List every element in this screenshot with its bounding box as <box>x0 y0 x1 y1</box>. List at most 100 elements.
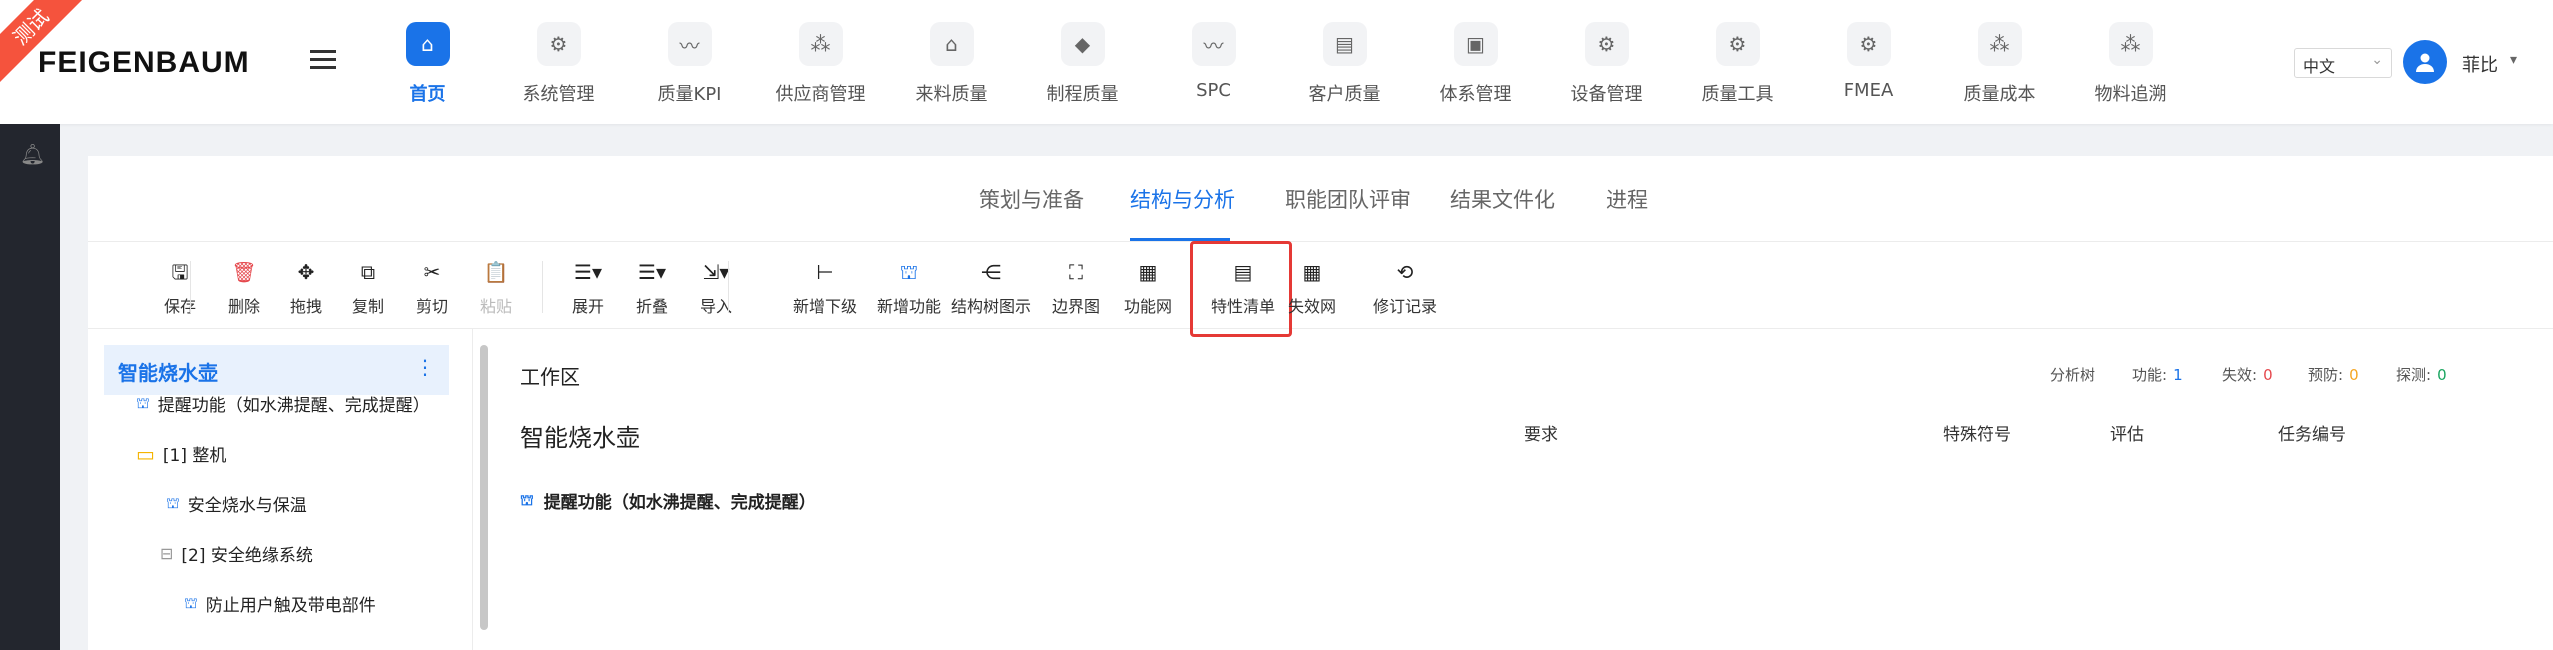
tree-node[interactable]: ▭ [1] 整机 <box>136 441 227 467</box>
nav-item-5[interactable]: ◆ 制程质量 <box>1017 0 1148 124</box>
toolbar-label: 新增下级 <box>792 297 857 316</box>
language-select[interactable]: 中文 ⌄ <box>2294 48 2392 78</box>
toolbar-label: 折叠 <box>635 297 668 316</box>
function-icon: ⛫ <box>899 260 919 284</box>
import-icon: ⇲▾ <box>702 260 730 284</box>
user-name[interactable]: 菲比 <box>2462 51 2498 77</box>
toolbar-label: 删除 <box>227 297 260 316</box>
nav-label: SPC <box>1196 80 1231 101</box>
nav-label: 来料质量 <box>915 84 988 105</box>
tree-node-label: 防止用户触及带电部件 <box>205 596 376 616</box>
nav-item-10[interactable]: ⚙ 质量工具 <box>1672 0 1803 124</box>
bell-icon[interactable]: 🔔︎ <box>20 142 45 166</box>
nodes-icon: ⁂ <box>1977 22 2022 66</box>
tab-3[interactable]: 结果文件化 <box>1450 184 1555 214</box>
workarea-function-row[interactable]: ⛫ 提醒功能（如水沸提醒、完成提醒） <box>520 488 816 514</box>
toolbar-button-12[interactable]: ⛶ 边界图 <box>1048 243 1104 329</box>
stat-value: 0 <box>2263 366 2273 384</box>
nav-label: 物料追溯 <box>2094 84 2167 105</box>
nav-item-3[interactable]: ⁂ 供应商管理 <box>755 0 886 124</box>
toolbar-button-9[interactable]: ⊢ 新增下级 <box>780 243 870 329</box>
stat-item: 失效: 0 <box>2222 364 2273 385</box>
panel-divider <box>472 329 473 650</box>
menu-toggle-icon[interactable] <box>310 50 336 72</box>
function-row-label: 提醒功能（如水沸提醒、完成提醒） <box>543 493 816 513</box>
tree-node[interactable]: ⛫ 防止用户触及带电部件 <box>184 591 376 617</box>
toolbar-button-13[interactable]: ▦ 功能网 <box>1120 243 1176 329</box>
analysis-tree-link[interactable]: 分析树 <box>2050 364 2095 385</box>
gear-icon: ⚙ <box>1846 22 1891 66</box>
nav-item-12[interactable]: ⁂ 质量成本 <box>1934 0 2065 124</box>
nav-item-13[interactable]: ⁂ 物料追溯 <box>2065 0 2196 124</box>
toolbar-button-10[interactable]: ⛫ 新增功能 <box>864 243 954 329</box>
nav-item-1[interactable]: ⚙ 系统管理 <box>493 0 624 124</box>
app-logo[interactable]: FEIGENBAUM <box>38 46 250 80</box>
toolbar-button-1[interactable]: 🗑 删除 <box>216 243 272 329</box>
nav-item-2[interactable]: 〰质量KPI <box>624 0 755 124</box>
function-icon: ⛫ <box>184 593 198 612</box>
stat-value: 0 <box>2349 366 2359 384</box>
tree-node[interactable]: ⛫ 提醒功能（如水沸提醒、完成提醒） <box>136 391 430 417</box>
nav-label: 客户质量 <box>1308 84 1381 105</box>
toolbar-label: 边界图 <box>1051 297 1100 316</box>
stat-value: 0 <box>2437 366 2447 384</box>
toolbar-button-6[interactable]: ☰▾ 展开 <box>560 243 616 329</box>
toolbar-button-16[interactable]: ⟲ 修订记录 <box>1360 243 1450 329</box>
stat-label: 失效: <box>2222 366 2258 384</box>
tree-root[interactable]: 智能烧水壶 ⋮ <box>104 345 449 395</box>
nav-label: FMEA <box>1843 80 1894 101</box>
toolbar-button-3[interactable]: ⧉ 复制 <box>340 243 396 329</box>
history-icon: ⟲ <box>1396 260 1414 284</box>
toolbar: 🖫 保存 🗑 删除 ✥ 拖拽 ⧉ 复制 ✂ 剪切 📋 粘贴 ☰▾ 展开 ☰▾ 折叠 ⇲▾ 导入 ⊢ 新增下级 ⛫ 新增功能… <box>88 241 2553 337</box>
column-header: 特殊符号 <box>1943 425 2011 445</box>
nav-item-7[interactable]: ▤ 客户质量 <box>1279 0 1410 124</box>
tab-4[interactable]: 进程 <box>1606 184 1648 214</box>
report-icon: ▤ <box>1322 22 1367 66</box>
column-header: 评估 <box>2110 425 2144 445</box>
tree-node[interactable]: ⊟ [2] 安全绝缘系统 <box>160 541 313 566</box>
grid-icon: ▦ <box>1138 260 1158 284</box>
more-icon[interactable]: ⋮ <box>415 355 435 379</box>
avatar[interactable] <box>2403 40 2447 84</box>
gear-icon: ⚙ <box>1715 22 1760 66</box>
nav-item-11[interactable]: ⚙ FMEA <box>1803 0 1934 124</box>
nav-label: 制程质量 <box>1046 84 1119 105</box>
tab-1[interactable]: 结构与分析 <box>1130 184 1235 214</box>
collapse-icon: ☰▾ <box>638 260 666 284</box>
toolbar-button-5[interactable]: 📋 粘贴 <box>468 243 524 329</box>
tree-node-label: [1] 整机 <box>162 446 227 466</box>
column-header: 任务编号 <box>2278 425 2346 445</box>
nav-item-8[interactable]: ▣ 体系管理 <box>1410 0 1541 124</box>
tree-scrollbar[interactable] <box>480 345 488 630</box>
nav-item-9[interactable]: ⚙ 设备管理 <box>1541 0 1672 124</box>
nav-item-6[interactable]: 〰 SPC <box>1148 0 1279 124</box>
structure-tree: 智能烧水壶 ⋮ ⛫ 提醒功能（如水沸提醒、完成提醒） ▭ [1] 整机 ⛫ 安全烧水与保温… <box>104 345 488 650</box>
toolbar-button-14[interactable]: ▤ 特性清单 <box>1198 243 1288 329</box>
pulse-icon: 〰 <box>1191 22 1236 66</box>
save-icon: 🖫 <box>171 260 189 284</box>
nav-item-0[interactable]: ⌂ 首页 <box>362 0 493 124</box>
nav-item-4[interactable]: ⌂ 来料质量 <box>886 0 1017 124</box>
toolbar-button-8[interactable]: ⇲▾ 导入 <box>688 243 744 329</box>
move-icon: ✥ <box>297 260 315 284</box>
nav-label: 设备管理 <box>1570 84 1643 105</box>
tree-root-label: 智能烧水壶 <box>118 361 218 385</box>
tab-2[interactable]: 职能团队评审 <box>1285 184 1411 214</box>
toolbar-button-11[interactable]: ⋲ 结构树图示 <box>946 243 1036 329</box>
toolbar-button-7[interactable]: ☰▾ 折叠 <box>624 243 680 329</box>
toolbar-button-2[interactable]: ✥ 拖拽 <box>278 243 334 329</box>
list-icon: ▤ <box>1233 260 1253 284</box>
toolbar-button-15[interactable]: ▦ 失效网 <box>1284 243 1340 329</box>
function-icon: ⛫ <box>166 493 180 512</box>
tab-0[interactable]: 策划与准备 <box>979 184 1084 214</box>
toolbar-divider <box>190 261 191 313</box>
tree-node[interactable]: ⛫ 安全烧水与保温 <box>166 491 307 517</box>
boundary-icon: ⛶ <box>1069 260 1083 284</box>
scissors-icon: ✂ <box>423 260 441 284</box>
chevron-down-icon[interactable]: ▾ <box>2510 52 2517 68</box>
trash-icon: 🗑 <box>231 260 257 284</box>
nodes-icon: ⁂ <box>2108 22 2153 66</box>
share-icon: ⋲ <box>981 260 1001 284</box>
toolbar-button-0[interactable]: 🖫 保存 <box>152 243 208 329</box>
toolbar-button-4[interactable]: ✂ 剪切 <box>404 243 460 329</box>
